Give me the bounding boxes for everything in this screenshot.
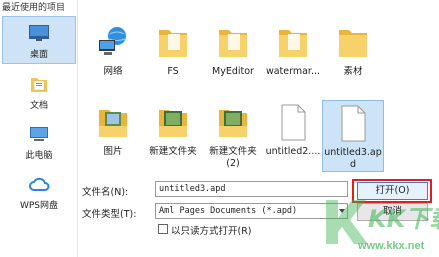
file-item-fs[interactable]: FS [142, 0, 204, 90]
sidebar-item-label: 文档 [29, 101, 48, 111]
desktop-icon [29, 25, 49, 41]
file-label: FS [167, 66, 179, 77]
picture-folder-icon [159, 110, 187, 137]
file-label-line2: d [349, 159, 357, 170]
readonly-checkbox[interactable] [158, 224, 168, 234]
file-item-watermark[interactable]: watermar... [262, 0, 324, 90]
file-label: 新建文件夹 [209, 146, 257, 157]
computer-icon [30, 127, 48, 141]
sidebar-item-label: 此电脑 [25, 151, 53, 161]
sidebar-item-documents[interactable]: 文档 [2, 68, 76, 116]
file-label-line2: (2) [226, 158, 240, 169]
file-item-myeditor[interactable]: MyEditor [202, 0, 264, 90]
sidebar-item-wps-cloud[interactable]: WPS网盘 [2, 168, 76, 216]
file-label: 网络 [103, 66, 123, 77]
file-item-untitled3[interactable]: untitled3.ap d [322, 100, 384, 172]
sidebar-item-desktop[interactable]: 桌面 [2, 16, 76, 64]
filetype-value: Aml Pages Documents (*.apd) [159, 206, 298, 216]
file-item-new-folder[interactable]: 新建文件夹 [142, 80, 204, 170]
file-item-new-folder-2[interactable]: 新建文件夹 (2) [202, 80, 264, 170]
file-label: 素材 [343, 66, 363, 77]
sidebar: 最近使用的项目 桌面 文档 此电脑 WPS网盘 [0, 0, 78, 257]
file-label: MyEditor [212, 66, 254, 77]
cloud-icon [29, 177, 50, 191]
watermark-url: www.kkx.net [358, 240, 425, 252]
folder-icon [219, 30, 247, 57]
file-item-untitled2[interactable]: untitled2.... [262, 80, 324, 170]
sidebar-header: 最近使用的项目 [2, 3, 66, 13]
folder-icon [279, 30, 307, 57]
network-icon [99, 27, 126, 55]
folder-icon [339, 30, 367, 57]
sidebar-item-label: 桌面 [29, 50, 48, 60]
file-list: 网络 FS MyEditor watermar... 素材 图片 新建文件夹 新… [82, 0, 439, 172]
readonly-label: 以只读方式打开(R) [171, 226, 252, 237]
filename-input[interactable]: untitled3.apd [155, 181, 348, 197]
watermark-text: KK下载 [368, 205, 439, 233]
picture-folder-icon [219, 110, 247, 137]
sidebar-item-label: WPS网盘 [19, 201, 59, 211]
file-label: untitled2.... [265, 146, 321, 157]
file-icon [281, 104, 306, 141]
file-item-sucai[interactable]: 素材 [322, 0, 384, 90]
documents-icon [31, 78, 47, 92]
file-label: watermar... [265, 66, 321, 77]
file-label: 图片 [103, 146, 123, 157]
file-item-pictures[interactable]: 图片 [82, 80, 144, 170]
file-label: untitled3.ap [324, 147, 382, 158]
sidebar-item-this-pc[interactable]: 此电脑 [2, 118, 76, 166]
file-label: 新建文件夹 [149, 146, 197, 157]
file-icon [341, 105, 366, 142]
folder-icon [159, 30, 187, 57]
filetype-label: 文件类型(T): [82, 209, 137, 220]
filetype-select[interactable]: Aml Pages Documents (*.apd) [155, 203, 348, 219]
file-item-network[interactable]: 网络 [82, 0, 144, 90]
filename-label: 文件名(N): [82, 187, 129, 198]
picture-folder-icon [99, 110, 127, 137]
